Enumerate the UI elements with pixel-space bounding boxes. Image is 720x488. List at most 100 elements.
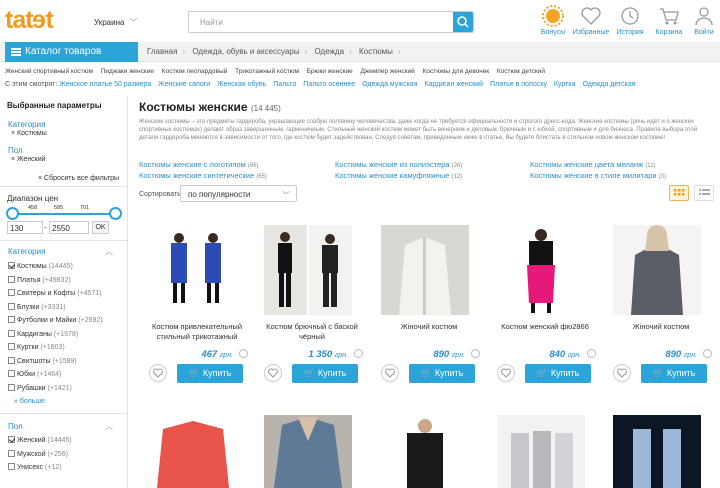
checkbox[interactable]: [8, 289, 15, 296]
also-look-link[interactable]: Платье в полоску: [490, 81, 547, 88]
product-image[interactable]: [497, 415, 585, 488]
gender-filter-title[interactable]: Пол: [8, 422, 23, 431]
category-option[interactable]: Свитеры и Кофты (+4571): [8, 289, 102, 297]
sub-tag[interactable]: Костюм детский: [497, 68, 545, 75]
also-look-link[interactable]: Женские сапоги: [158, 81, 210, 88]
checkbox[interactable]: [8, 303, 15, 310]
category-option[interactable]: Кардиганы (+1978): [8, 330, 78, 338]
selected-gender-chip[interactable]: × Женский: [11, 156, 46, 163]
compare-icon[interactable]: [239, 349, 248, 358]
buy-button[interactable]: 🛒 Купить: [292, 364, 358, 383]
checkbox[interactable]: [8, 316, 15, 323]
chevron-up-icon[interactable]: ︿: [105, 421, 113, 432]
related-link[interactable]: Костюмы женские синтетические (65): [139, 171, 267, 180]
price-min-input[interactable]: 130: [7, 221, 43, 234]
reset-filters-button[interactable]: × Сбросить все фильтры: [38, 175, 119, 182]
category-option[interactable]: Куртки (+1603): [8, 343, 65, 351]
product-name[interactable]: Костюм брючный с баской чёрный: [254, 322, 370, 341]
breadcrumb-item[interactable]: Костюмы: [359, 47, 393, 56]
sub-tag[interactable]: Костюм леопардовый: [162, 68, 228, 75]
related-link[interactable]: Костюмы женские с логотипом (66): [139, 160, 259, 169]
search-box[interactable]: Найти: [188, 11, 474, 33]
bonus-button[interactable]: Бонусы: [533, 5, 573, 36]
login-button[interactable]: Войти: [686, 5, 720, 36]
compare-icon[interactable]: [703, 349, 712, 358]
category-option[interactable]: Платья (+49832): [8, 276, 71, 284]
compare-icon[interactable]: [471, 349, 480, 358]
checkbox[interactable]: [8, 384, 15, 391]
wishlist-button[interactable]: [149, 364, 167, 382]
catalog-button[interactable]: Каталог товаров: [5, 42, 138, 62]
product-name[interactable]: Костюм женский фю2866: [487, 322, 603, 332]
favorites-button[interactable]: Избранные: [571, 5, 611, 36]
product-image[interactable]: [149, 225, 237, 315]
sub-tag[interactable]: Брюки женские: [307, 68, 353, 75]
logo[interactable]: tatet: [5, 6, 54, 35]
category-option[interactable]: Свитшоты (+1589): [8, 357, 77, 365]
breadcrumb-item[interactable]: Одежда: [315, 47, 345, 56]
more-categories-link[interactable]: » больше: [14, 398, 45, 405]
checkbox[interactable]: [8, 463, 15, 470]
checkbox[interactable]: [8, 330, 15, 337]
grid-view-button[interactable]: [669, 185, 689, 201]
also-look-link[interactable]: Куртка: [554, 81, 576, 88]
cart-button[interactable]: Корзина: [649, 5, 689, 36]
sub-tag[interactable]: Трикотажный костюм: [235, 68, 299, 75]
product-name[interactable]: Жіночий костюм: [371, 322, 487, 332]
search-input[interactable]: Найти: [200, 18, 223, 27]
product-image[interactable]: [381, 415, 469, 488]
buy-button[interactable]: 🛒 Купить: [409, 364, 475, 383]
wishlist-button[interactable]: [381, 364, 399, 382]
wishlist-button[interactable]: [613, 364, 631, 382]
category-option[interactable]: Рубашки (+1421): [8, 384, 72, 392]
price-max-input[interactable]: 2550: [49, 221, 89, 234]
checkbox[interactable]: [8, 262, 15, 269]
also-look-link[interactable]: Пальто осеннее: [303, 81, 355, 88]
product-name[interactable]: Жіночий костюм: [603, 322, 719, 332]
category-option[interactable]: Футболки и Майки (+2692): [8, 316, 103, 324]
related-link[interactable]: Костюмы женские камуфляжные (12): [335, 171, 462, 180]
product-image[interactable]: [381, 225, 469, 315]
sub-tag[interactable]: Женский спортивный костюм: [5, 68, 93, 75]
also-look-link[interactable]: Женская обувь: [217, 81, 266, 88]
breadcrumb-item[interactable]: Одежда, обувь и аксессуары: [192, 47, 299, 56]
also-look-link[interactable]: Одежда детская: [582, 81, 635, 88]
price-slider-max-handle[interactable]: [109, 207, 122, 220]
region-selector[interactable]: Украина ﹀: [94, 17, 137, 28]
buy-button[interactable]: 🛒 Купить: [177, 364, 243, 383]
search-button[interactable]: [453, 12, 473, 32]
price-slider-track[interactable]: [12, 213, 116, 215]
product-image[interactable]: [264, 415, 352, 488]
compare-icon[interactable]: [587, 349, 596, 358]
checkbox[interactable]: [8, 436, 15, 443]
sub-tag[interactable]: Джемпер женский: [361, 68, 415, 75]
checkbox[interactable]: [8, 450, 15, 457]
product-image[interactable]: [497, 225, 585, 315]
related-link[interactable]: Костюмы женские цвета меланж (11): [530, 160, 656, 169]
product-image[interactable]: [613, 415, 701, 488]
related-link[interactable]: Костюмы женские из полиэстера (26): [335, 160, 462, 169]
also-look-link[interactable]: Пальто: [273, 81, 296, 88]
gender-option[interactable]: Мужской (+256): [8, 450, 68, 458]
sub-tag[interactable]: Костюмы для девочек: [423, 68, 489, 75]
list-view-button[interactable]: [694, 185, 714, 201]
gender-option[interactable]: Женский (14445): [8, 436, 72, 444]
wishlist-button[interactable]: [264, 364, 282, 382]
wishlist-button[interactable]: [497, 364, 515, 382]
history-button[interactable]: История: [610, 5, 650, 36]
related-link[interactable]: Костюмы женские в стиле милитари (3): [530, 171, 666, 180]
product-image[interactable]: [264, 225, 352, 315]
product-image[interactable]: [149, 415, 237, 488]
sort-select[interactable]: по популярности ﹀: [180, 185, 297, 202]
also-look-link[interactable]: Одежда мужская: [362, 81, 417, 88]
category-filter-title[interactable]: Категория: [8, 247, 45, 256]
checkbox[interactable]: [8, 343, 15, 350]
category-option[interactable]: Костюмы (14445): [8, 262, 73, 270]
category-option[interactable]: Юбки (+1464): [8, 370, 61, 378]
price-slider-min-handle[interactable]: [6, 207, 19, 220]
also-look-link[interactable]: Женское платье 50 размера: [59, 81, 151, 88]
gender-option[interactable]: Унисекс (+12): [8, 463, 61, 471]
price-ok-button[interactable]: OK: [92, 221, 109, 234]
breadcrumb-item[interactable]: Главная: [147, 47, 177, 56]
chevron-up-icon[interactable]: ︿: [105, 246, 113, 257]
